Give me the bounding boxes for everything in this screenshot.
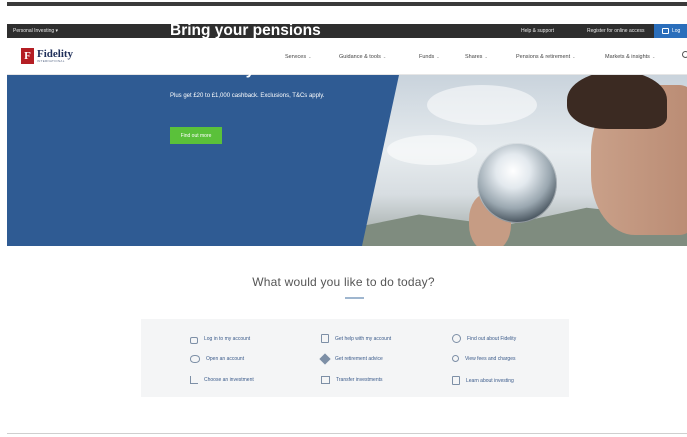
lock-icon <box>190 337 198 344</box>
cloud-shape <box>387 135 477 165</box>
action-label: View fees and charges <box>465 355 516 362</box>
chevron-down-icon: ⌄ <box>572 54 576 59</box>
login-label: Log <box>672 28 681 34</box>
action-view-fees[interactable]: View fees and charges <box>452 355 516 362</box>
search-icon[interactable] <box>682 51 687 58</box>
chevron-down-icon: ⌄ <box>436 54 440 59</box>
action-label: Find out about Fidelity <box>467 335 517 342</box>
piggy-bank-icon <box>190 355 200 363</box>
quick-actions-panel: Log in to my account Get help with my ac… <box>141 319 569 397</box>
fidelity-logo[interactable]: F Fidelity INTERNATIONAL <box>21 48 73 64</box>
nav-item-shares[interactable]: Shares ⌄ <box>465 54 488 60</box>
document-icon <box>321 334 329 343</box>
register-link[interactable]: Register for online access <box>587 28 645 34</box>
hero-title: Bring your pensions together and take co… <box>170 21 350 80</box>
nav-item-label: Pensions & retirement <box>516 54 571 60</box>
action-label: Get retirement advice <box>335 356 383 362</box>
action-find-out-fidelity[interactable]: Find out about Fidelity <box>452 334 516 343</box>
action-retirement-advice[interactable]: Get retirement advice <box>319 353 383 365</box>
pen-icon <box>319 353 331 365</box>
action-label: Transfer investments <box>336 377 383 383</box>
action-get-help[interactable]: Get help with my account <box>321 334 391 343</box>
hero-title-line: control of your future <box>170 61 328 78</box>
action-open-account[interactable]: Open an account <box>190 355 244 363</box>
top-divider <box>7 2 687 6</box>
action-log-in[interactable]: Log in to my account <box>190 334 250 344</box>
hero-title-line: together and take <box>170 41 300 59</box>
nav-item-pensions-retirement[interactable]: Pensions & retirement ⌄ <box>516 54 575 60</box>
action-label: Log in to my account <box>204 336 251 342</box>
action-label: Get help with my account <box>335 335 392 342</box>
nav-item-markets-insights[interactable]: Markets & insights ⌄ <box>605 54 655 60</box>
chevron-down-icon: ⌄ <box>651 54 656 59</box>
action-choose-investment[interactable]: Choose an investment <box>190 376 254 384</box>
magnifier-icon <box>452 355 459 362</box>
nav-item-label: Shares <box>465 54 483 60</box>
action-learn-investing[interactable]: Learn about investing <box>452 376 514 385</box>
find-out-more-button[interactable]: Find out more <box>170 127 222 144</box>
nav-item-label: Markets & insights <box>605 54 650 60</box>
nav-item-label: Funds <box>419 54 435 60</box>
info-icon <box>452 334 461 343</box>
logo-text: Fidelity <box>37 48 74 60</box>
nav-item-funds[interactable]: Funds ⌄ <box>419 54 440 60</box>
chevron-down-icon: ⌄ <box>382 54 387 59</box>
hero-subtitle: Plus get £20 to £1,000 cashback. Exclusi… <box>170 93 325 99</box>
bottom-divider <box>7 433 687 434</box>
section-title: What would you like to do today? <box>252 275 435 289</box>
help-support-link[interactable]: Help & support <box>521 28 554 34</box>
action-label: Learn about investing <box>466 377 514 384</box>
personal-investing-menu[interactable]: Personal Investing ▾ <box>13 28 58 34</box>
cloud-shape <box>427 85 537 125</box>
action-label: Choose an investment <box>204 377 254 383</box>
chevron-down-icon: ⌄ <box>484 54 488 59</box>
personal-investing-label: Personal Investing <box>13 28 55 34</box>
crystal-ball-image <box>477 143 557 223</box>
fidelity-logo-mark: F <box>21 48 34 64</box>
chevron-down-icon: ▾ <box>55 28 59 34</box>
login-button[interactable]: Log <box>654 24 687 38</box>
book-icon <box>452 376 460 385</box>
transfer-icon <box>321 376 330 384</box>
action-transfer-investments[interactable]: Transfer investments <box>321 376 383 384</box>
section-title-underline <box>345 297 364 299</box>
hero-title-line: Bring your pensions <box>170 22 321 39</box>
lock-icon <box>662 28 669 34</box>
chart-icon <box>190 376 198 384</box>
man-hair-image <box>567 75 667 129</box>
action-label: Open an account <box>206 356 245 362</box>
